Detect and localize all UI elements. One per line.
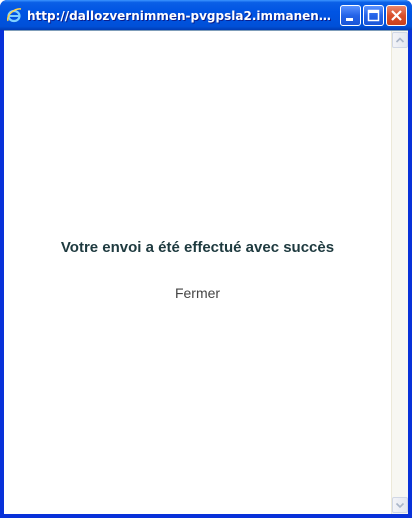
minimize-icon [346, 18, 353, 21]
vertical-scrollbar[interactable] [391, 31, 408, 514]
maximize-button[interactable] [363, 5, 384, 26]
window-title: http://dallozvernimmen-pvgpsla2.immanens… [27, 9, 333, 23]
close-button[interactable] [386, 5, 407, 26]
success-message: Votre envoi a été effectué avec succès [60, 239, 335, 256]
close-icon [391, 10, 402, 21]
page-content: Votre envoi a été effectué avec succès F… [4, 30, 408, 514]
arrow-up-icon [395, 37, 405, 43]
maximize-icon [367, 9, 380, 22]
scroll-down-button[interactable] [392, 497, 408, 513]
ie-icon [6, 7, 22, 23]
popup-window: http://dallozvernimmen-pvgpsla2.immanens… [0, 0, 412, 518]
minimize-button[interactable] [340, 5, 361, 26]
title-bar[interactable]: http://dallozvernimmen-pvgpsla2.immanens… [0, 0, 412, 30]
scroll-up-button[interactable] [392, 32, 408, 48]
close-link[interactable]: Fermer [4, 285, 391, 301]
arrow-down-icon [395, 502, 405, 509]
